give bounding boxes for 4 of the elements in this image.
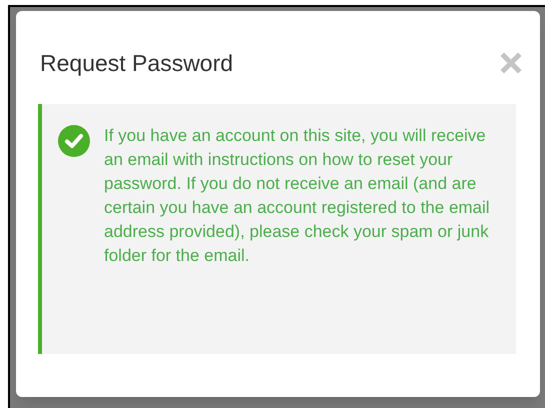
- dialog-title: Request Password: [40, 48, 234, 78]
- alert-message: If you have an account on this site, you will receive an email with instructions on how to reset your password. If you do not receive an email (and are certain you have an account registered to the email address provided), please check your spam or junk folder for the email.: [104, 125, 491, 267]
- check-circle-icon: [58, 125, 90, 157]
- close-icon[interactable]: [500, 52, 522, 74]
